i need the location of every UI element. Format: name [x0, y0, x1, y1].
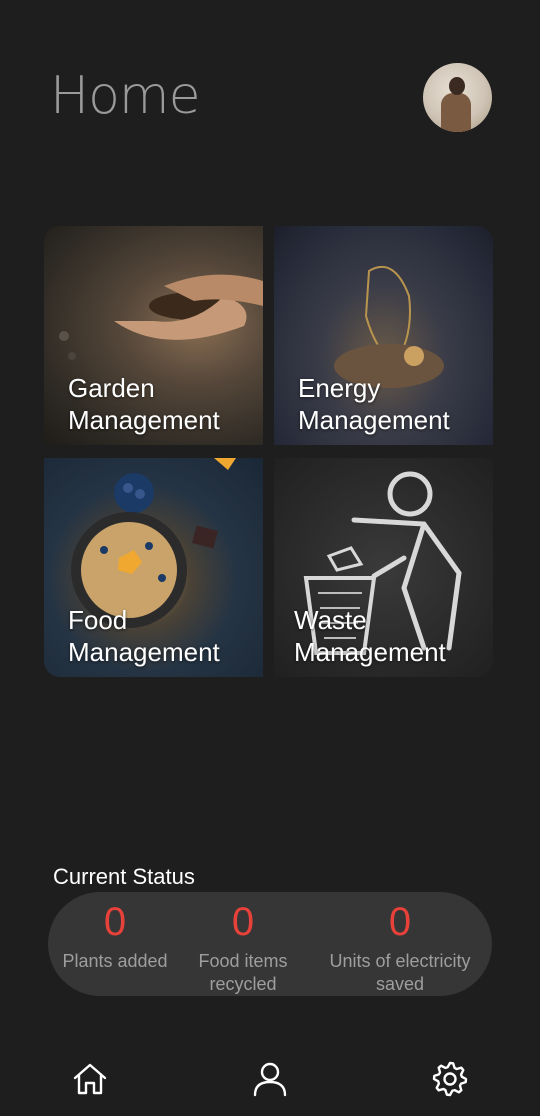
- status-title: Current Status: [53, 864, 195, 889]
- stat-label: Units of electricity saved: [329, 951, 471, 994]
- home-icon[interactable]: [71, 1060, 109, 1098]
- tile-food-management[interactable]: Food Management: [44, 458, 263, 677]
- stat-value: 0: [231, 900, 255, 944]
- stat-plants-added: 0 Plants added: [52, 892, 178, 973]
- tile-waste-management[interactable]: Waste Management: [274, 458, 493, 677]
- stat-value: 0: [388, 900, 412, 944]
- tile-label: Food Management: [68, 605, 220, 667]
- user-icon[interactable]: [251, 1060, 289, 1098]
- tile-garden-management[interactable]: Garden Management: [44, 226, 263, 445]
- avatar-figure-head: [449, 77, 465, 95]
- gear-icon[interactable]: [431, 1060, 469, 1098]
- stat-label: Food items recycled: [198, 951, 288, 994]
- avatar-figure-body: [441, 93, 471, 132]
- management-grid: Garden Management Energy Management Food…: [44, 226, 493, 677]
- stat-value: 0: [103, 900, 127, 944]
- tile-label: Garden Management: [68, 373, 220, 435]
- tile-label: Energy Management: [298, 373, 450, 435]
- tile-label: Waste Management: [294, 605, 446, 667]
- stat-units-electricity-saved: 0 Units of electricity saved: [310, 892, 490, 996]
- page-title: Home: [50, 66, 201, 126]
- stat-food-items-recycled: 0 Food items recycled: [186, 892, 300, 996]
- stat-label: Plants added: [62, 951, 168, 971]
- status-bar: 0 Plants added 0 Food items recycled 0 U…: [48, 892, 492, 996]
- tile-energy-management[interactable]: Energy Management: [274, 226, 493, 445]
- avatar[interactable]: [423, 63, 492, 132]
